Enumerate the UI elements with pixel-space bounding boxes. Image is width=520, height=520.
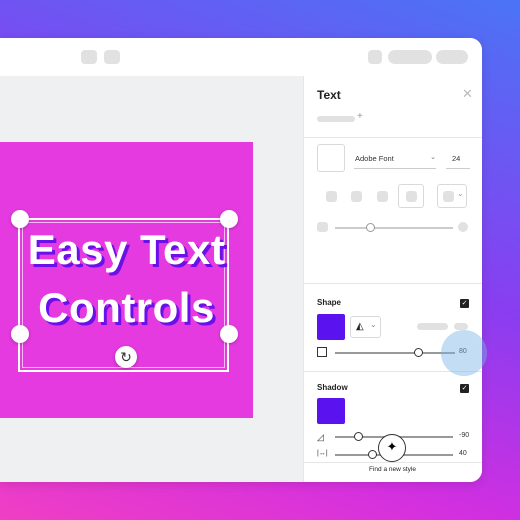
font-name: Adobe Font: [355, 154, 394, 163]
toolbar-button-5[interactable]: [436, 50, 468, 64]
top-toolbar: [0, 38, 482, 77]
divider: [304, 137, 482, 138]
tracking-value: [458, 222, 468, 232]
close-icon[interactable]: ✕: [462, 86, 473, 102]
shadow-angle-slider-knob[interactable]: [354, 432, 363, 441]
magic-wand-icon: ✦: [386, 439, 398, 454]
style-name-placeholder: [317, 116, 355, 122]
chevron-down-icon: ⌄: [457, 189, 464, 198]
align-right-button[interactable]: [377, 191, 388, 202]
toolbar-button-1[interactable]: [81, 50, 97, 64]
align-center-button[interactable]: [351, 191, 362, 202]
resize-handle-bottom-right[interactable]: [220, 325, 238, 343]
size-icon: [317, 347, 327, 357]
shape-checkbox[interactable]: ✓: [460, 299, 469, 308]
shape-option-pill[interactable]: [417, 323, 448, 330]
justify-button[interactable]: [398, 184, 424, 208]
resize-handle-top-right[interactable]: [220, 210, 238, 228]
add-icon[interactable]: +: [357, 111, 363, 122]
spacing-icon: |↔|: [317, 450, 328, 457]
font-size-input[interactable]: 24: [446, 154, 470, 169]
shape-size-slider-knob[interactable]: [414, 348, 423, 357]
tracking-slider-knob[interactable]: [366, 223, 375, 232]
shadow-checkbox[interactable]: ✓: [460, 384, 469, 393]
font-select[interactable]: Adobe Font ⌄: [354, 154, 436, 169]
font-size-value: 24: [452, 154, 461, 163]
align-left-button[interactable]: [326, 191, 337, 202]
chevron-down-icon: ⌄: [370, 320, 377, 329]
shadow-angle-value: -90: [459, 432, 470, 439]
tracking-icon: [317, 222, 328, 232]
divider: [304, 462, 482, 463]
text-color-swatch[interactable]: [317, 144, 345, 172]
shadow-spacing-value: 40: [459, 450, 467, 457]
find-style-label: Find a new style: [369, 466, 416, 473]
click-highlight: [441, 330, 487, 376]
toolbar-button-3[interactable]: [368, 50, 382, 64]
shape-label: Shape: [317, 298, 342, 307]
shape-picker-dropdown[interactable]: ◭ ⌄: [350, 316, 381, 338]
shape-option-pill-small[interactable]: [454, 323, 468, 330]
resize-handle-top-left[interactable]: [11, 210, 29, 228]
shape-color-swatch[interactable]: [317, 314, 345, 340]
shadow-spacing-slider-knob[interactable]: [368, 450, 377, 459]
toolbar-button-2[interactable]: [104, 50, 120, 64]
divider: [304, 283, 482, 284]
justify-icon: [406, 191, 417, 202]
chevron-down-icon: ⌄: [430, 154, 436, 161]
shadow-color-swatch[interactable]: [317, 398, 345, 424]
shadow-label: Shadow: [317, 383, 348, 392]
angle-icon: ◿: [317, 432, 324, 442]
rotate-icon[interactable]: ↻: [115, 346, 137, 368]
toolbar-button-4[interactable]: [388, 50, 432, 64]
headline-line-2[interactable]: Controls: [0, 284, 253, 332]
resize-handle-bottom-left[interactable]: [11, 325, 29, 343]
headline-line-1[interactable]: Easy Text: [0, 226, 253, 274]
panel-title: Text: [317, 88, 341, 102]
find-style-button[interactable]: ✦: [378, 434, 406, 462]
shapes-icon: ◭: [356, 321, 364, 332]
tracking-slider-track[interactable]: [335, 227, 453, 229]
shape-size-slider-track[interactable]: [335, 352, 455, 354]
text-panel: Text ✕ + Adobe Font ⌄ 24 ⌄ Shape ✓ ◭ ⌄ 8…: [303, 76, 482, 482]
list-icon: [443, 191, 454, 202]
more-options-dropdown[interactable]: ⌄: [437, 184, 467, 208]
